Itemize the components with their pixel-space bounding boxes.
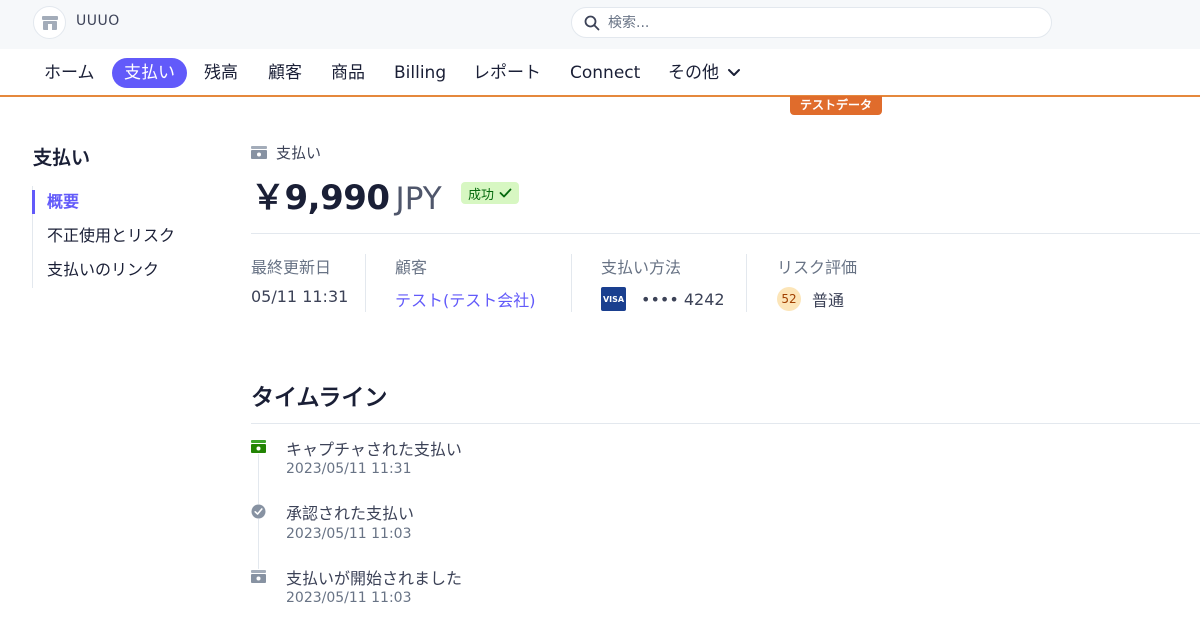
nav-products[interactable]: 商品 [319, 58, 377, 88]
detail-customer: 顧客 テスト(テスト会社) [395, 254, 536, 312]
search-input[interactable] [608, 14, 1008, 31]
divider [365, 254, 366, 312]
detail-last-updated: 最終更新日 05/11 11:31 [251, 254, 348, 312]
sidebar-title: 支払い [33, 147, 91, 169]
status-badge: 成功 [461, 182, 520, 204]
breadcrumb-label[interactable]: 支払い [276, 142, 321, 163]
visa-card-icon: VISA [601, 287, 626, 311]
divider [251, 423, 1200, 424]
nav-home[interactable]: ホーム [32, 58, 107, 88]
account-name[interactable]: UUUO [76, 13, 120, 29]
timeline-event-text: キャプチャされた支払い [286, 440, 462, 459]
timeline-event-time: 2023/05/11 11:31 [286, 461, 412, 477]
nav-more-label: その他 [668, 63, 719, 83]
main-nav: ホーム 支払い 残高 顧客 商品 Billing レポート Connect その… [0, 49, 1200, 97]
timeline-event-text: 承認された支払い [286, 504, 415, 523]
status-label: 成功 [468, 187, 495, 203]
divider [571, 254, 572, 312]
nav-connect[interactable]: Connect [558, 58, 652, 88]
divider [746, 254, 747, 312]
nav-customers[interactable]: 顧客 [256, 58, 314, 88]
detail-value: 05/11 11:31 [251, 287, 349, 306]
payment-amount-row: ￥9,990 JPY [251, 170, 442, 219]
search-icon [584, 15, 600, 30]
sidebar-item-fraud-risk[interactable]: 不正使用とリスク [33, 220, 175, 254]
payment-amount: ￥9,990 [251, 178, 390, 218]
card-last4: •••• 4242 [641, 289, 725, 309]
timeline-title: タイムライン [251, 385, 388, 411]
sidebar-item-payment-links[interactable]: 支払いのリンク [33, 254, 175, 288]
payment-started-icon [251, 569, 266, 584]
nav-payments[interactable]: 支払い [112, 58, 187, 88]
detail-label: リスク評価 [777, 258, 858, 277]
payment-captured-icon [251, 439, 266, 454]
breadcrumb: 支払い [251, 142, 321, 163]
nav-reports[interactable]: レポート [461, 58, 553, 88]
test-mode-badge: テストデータ [790, 96, 882, 115]
risk-score-badge: 52 [777, 287, 801, 311]
sidebar-menu: 概要 不正使用とリスク 支払いのリンク [31, 186, 175, 288]
payment-currency: JPY [395, 181, 442, 217]
store-icon [41, 15, 58, 30]
check-icon [499, 188, 512, 198]
account-avatar[interactable] [33, 6, 66, 39]
detail-label: 最終更新日 [251, 258, 332, 277]
search-bar[interactable] [571, 7, 1052, 38]
risk-level: 普通 [812, 291, 845, 310]
customer-link[interactable]: テスト(テスト会社) [395, 287, 536, 311]
top-bar: UUUO [0, 0, 1200, 49]
nav-balances[interactable]: 残高 [192, 58, 250, 88]
nav-more[interactable]: その他 [656, 58, 753, 88]
chevron-down-icon [728, 69, 740, 76]
detail-label: 支払い方法 [601, 258, 682, 277]
timeline-event-time: 2023/05/11 11:03 [286, 590, 412, 606]
check-circle-icon [251, 504, 266, 519]
payment-method-value: VISA •••• 4242 [601, 287, 725, 311]
payment-icon [251, 146, 267, 159]
divider [251, 233, 1200, 234]
risk-value[interactable]: 52 普通 [777, 287, 857, 311]
nav-billing[interactable]: Billing [382, 58, 458, 88]
timeline-event-time: 2023/05/11 11:03 [286, 526, 412, 542]
detail-label: 顧客 [395, 258, 428, 277]
sidebar-item-overview[interactable]: 概要 [31, 186, 175, 220]
timeline-event-text: 支払いが開始されました [286, 569, 463, 588]
detail-payment-method: 支払い方法 VISA •••• 4242 [601, 254, 725, 312]
detail-risk: リスク評価 52 普通 [777, 254, 857, 312]
